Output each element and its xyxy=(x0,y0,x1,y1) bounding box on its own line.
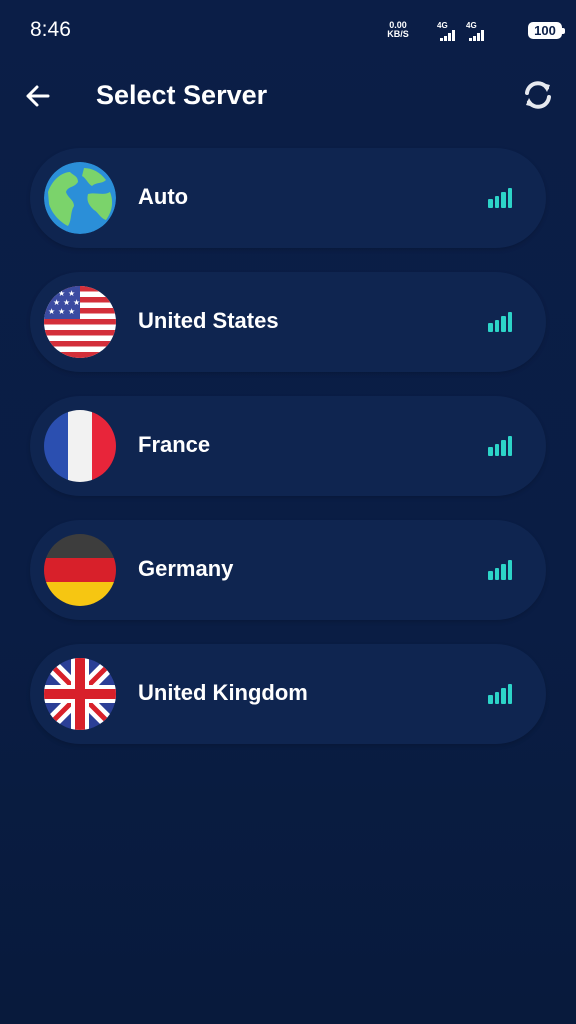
svg-text:★: ★ xyxy=(53,298,60,307)
signal-strength-icon xyxy=(488,560,514,580)
svg-text:★: ★ xyxy=(58,289,65,298)
server-item-auto[interactable]: Auto xyxy=(30,148,546,248)
status-time: 8:46 xyxy=(30,18,71,41)
server-name: France xyxy=(138,432,211,457)
app-header: Select Server xyxy=(0,60,576,132)
back-button[interactable] xyxy=(20,78,56,114)
arrow-left-icon xyxy=(26,85,50,107)
server-list: Auto ★ ★ ★ ★ ★ ★ ★ ★ ★ United States Fra… xyxy=(30,148,546,768)
svg-text:★: ★ xyxy=(68,307,75,316)
svg-text:★: ★ xyxy=(68,289,75,298)
sim1-signal-icon: 4G xyxy=(435,21,455,41)
server-item-united-kingdom[interactable]: United Kingdom xyxy=(30,644,546,744)
server-item-germany[interactable]: Germany xyxy=(30,520,546,620)
svg-text:★: ★ xyxy=(63,298,70,307)
battery-icon: 100 xyxy=(528,22,565,39)
svg-text:★: ★ xyxy=(48,289,55,298)
signal-strength-icon xyxy=(488,188,514,208)
svg-text:★: ★ xyxy=(48,307,55,316)
sim1-label: 4G xyxy=(437,21,448,30)
france-flag-icon xyxy=(44,410,116,482)
sim2-signal-icon: 4G xyxy=(464,21,484,41)
server-name: United Kingdom xyxy=(138,680,308,705)
globe-icon xyxy=(44,162,116,234)
server-name: Auto xyxy=(138,184,189,209)
us-flag-icon: ★ ★ ★ ★ ★ ★ ★ ★ ★ xyxy=(44,286,116,358)
network-speed-unit: KB/S xyxy=(387,29,409,39)
server-item-france[interactable]: France xyxy=(30,396,546,496)
server-name: Germany xyxy=(138,556,234,581)
svg-text:★: ★ xyxy=(58,307,65,316)
status-bar: 8:46 0.00 KB/S 4G 4G 100 xyxy=(0,0,576,60)
refresh-icon xyxy=(525,81,551,109)
signal-strength-icon xyxy=(488,312,514,332)
refresh-button[interactable] xyxy=(518,75,558,115)
server-item-united-states[interactable]: ★ ★ ★ ★ ★ ★ ★ ★ ★ United States xyxy=(30,272,546,372)
signal-strength-icon xyxy=(488,436,514,456)
germany-flag-icon xyxy=(44,534,116,606)
uk-flag-icon xyxy=(44,658,116,730)
page-title: Select Server xyxy=(96,80,268,110)
sim2-label: 4G xyxy=(466,21,477,30)
server-name: United States xyxy=(138,308,279,333)
network-speed: 0.00 KB/S xyxy=(385,21,411,39)
signal-strength-icon xyxy=(488,684,514,704)
svg-text:★: ★ xyxy=(73,298,80,307)
